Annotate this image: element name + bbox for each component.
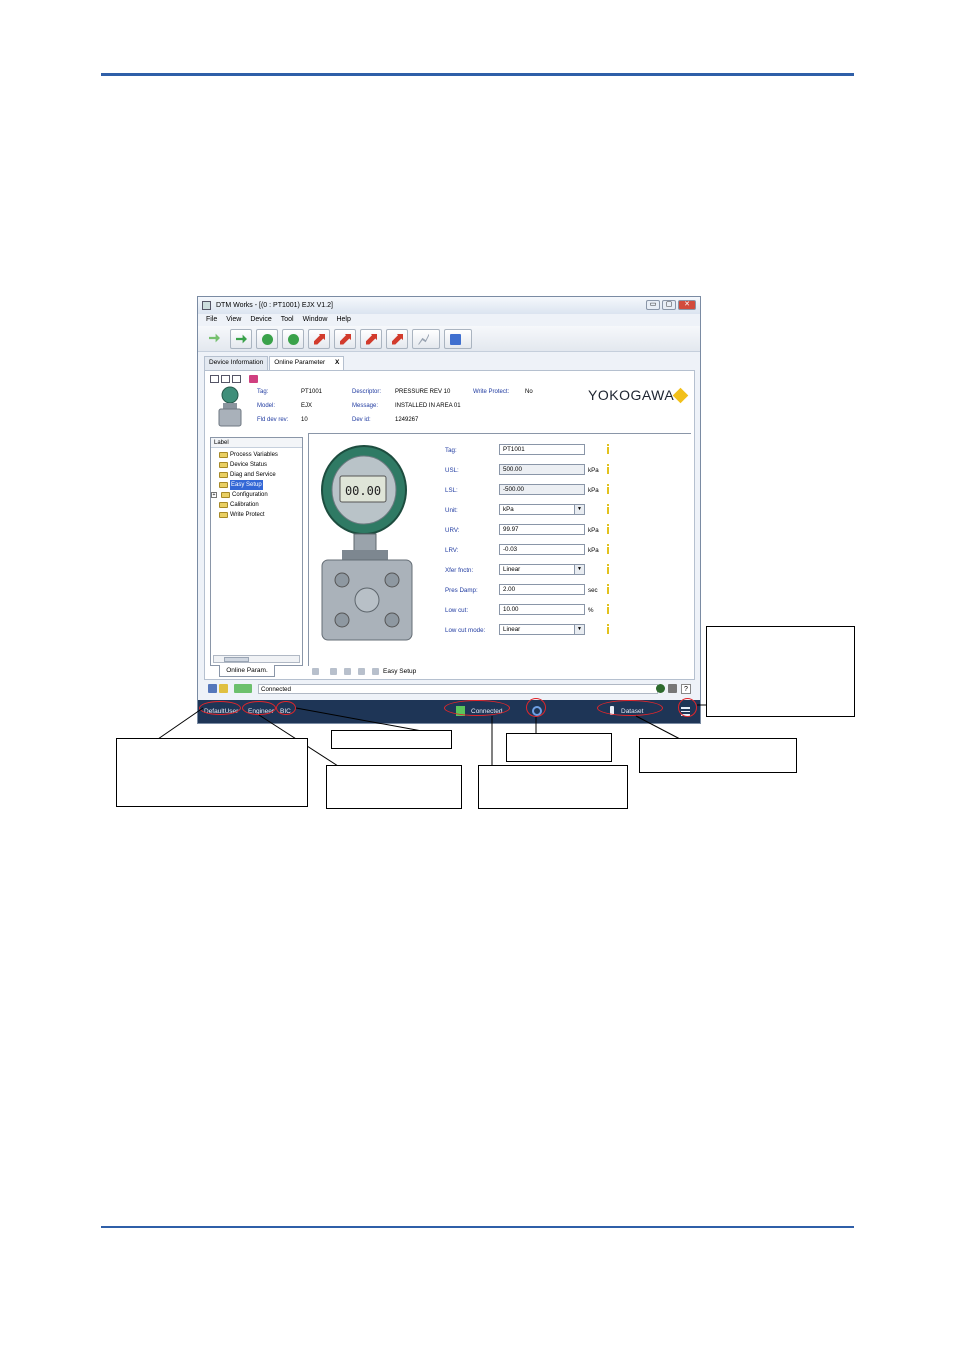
callout-box-role bbox=[326, 765, 462, 809]
footer-rule bbox=[101, 1226, 854, 1228]
callout-box-dataset bbox=[639, 738, 797, 773]
callout-box-sync bbox=[506, 733, 612, 762]
callout-box-user bbox=[116, 738, 308, 807]
callout-box-mode bbox=[331, 730, 452, 749]
callout-box-connection bbox=[478, 765, 628, 809]
callout-box-menu bbox=[706, 626, 855, 717]
